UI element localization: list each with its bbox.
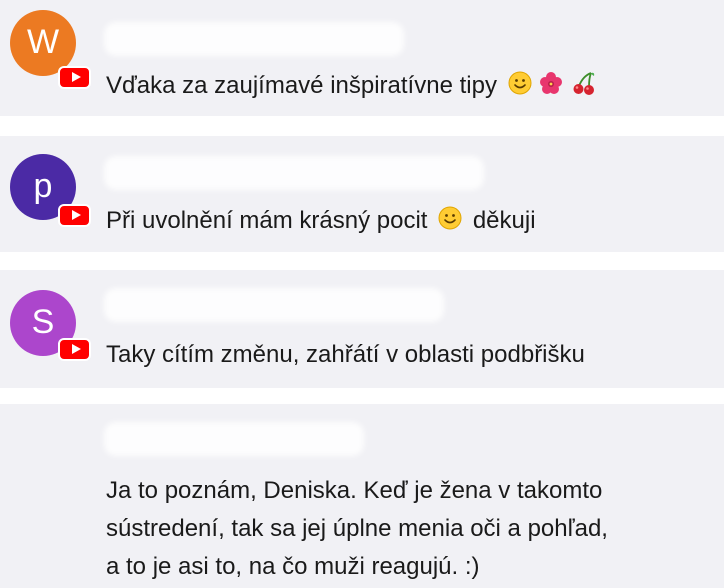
youtube-icon xyxy=(58,66,91,89)
comment-text: Při uvolnění mám krásný pocit děkuji xyxy=(106,206,536,237)
comment-text-after: děkuji xyxy=(472,206,536,234)
youtube-icon xyxy=(58,338,91,361)
flower-icon xyxy=(538,70,564,103)
comment-card: S Taky cítím změnu, zahřátí v oblasti po… xyxy=(0,270,724,388)
smiley-icon xyxy=(438,206,462,237)
commenter-name-redacted xyxy=(104,422,364,456)
comment-text-before: Při uvolnění mám krásný pocit xyxy=(106,206,428,234)
comment-text: Taky cítím změnu, zahřátí v oblasti podb… xyxy=(106,341,585,368)
commenter-name-redacted xyxy=(104,156,484,190)
cherries-icon xyxy=(571,70,597,103)
commenter-name-redacted xyxy=(104,288,444,322)
youtube-icon xyxy=(58,204,91,227)
comment-text-content: Vďaka za zaujímavé inšpiratívne tipy xyxy=(106,71,497,99)
comment-text: Vďaka za zaujímavé inšpiratívne tipy xyxy=(106,70,597,103)
comment-card: p Při uvolnění mám krásný pocit děkuji xyxy=(0,136,724,252)
comment-text: Ja to poznám, Deniska. Keď je žena v tak… xyxy=(106,477,608,580)
smiley-icon xyxy=(508,71,532,102)
comment-card: W Vďaka za zaujímavé inšpiratívne tipy xyxy=(0,0,724,116)
comment-card: Ja to poznám, Deniska. Keď je žena v tak… xyxy=(0,404,724,588)
commenter-name-redacted xyxy=(104,22,404,56)
